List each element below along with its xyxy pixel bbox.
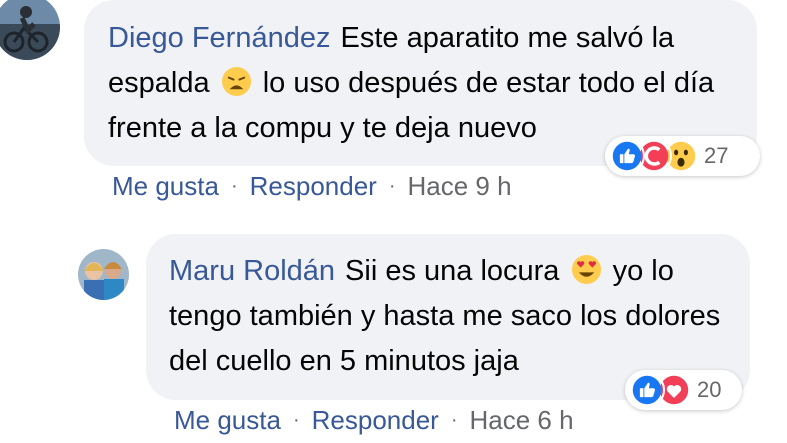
avatar[interactable] bbox=[78, 249, 129, 300]
comment-body: Diego Fernández Este aparatito me salvó l… bbox=[108, 16, 748, 151]
like-button[interactable]: Me gusta bbox=[112, 171, 219, 202]
reply-button[interactable]: Responder bbox=[312, 405, 439, 436]
comment-author[interactable]: Diego Fernández bbox=[108, 22, 330, 54]
separator: · bbox=[292, 409, 300, 431]
like-reaction-icon bbox=[609, 138, 645, 174]
reaction-count: 27 bbox=[704, 143, 729, 168]
reply-button[interactable]: Responder bbox=[250, 171, 377, 202]
comment-text: Sii es una locura bbox=[345, 255, 560, 287]
reactions-summary[interactable]: 20 bbox=[625, 370, 742, 410]
reactions-summary[interactable]: 27 bbox=[605, 136, 760, 176]
avatar[interactable] bbox=[0, 0, 60, 60]
comment-actions: Me gusta · Responder · Hace 6 h bbox=[174, 405, 574, 436]
separator: · bbox=[388, 175, 396, 197]
comment-actions: Me gusta · Responder · Hace 9 h bbox=[112, 171, 512, 202]
weary-face-emoji-icon bbox=[221, 66, 252, 97]
like-reaction-icon bbox=[629, 372, 665, 408]
reaction-count: 20 bbox=[697, 377, 722, 402]
comment-author[interactable]: Maru Roldán bbox=[169, 255, 335, 287]
separator: · bbox=[230, 175, 238, 197]
heart-eyes-emoji-icon bbox=[571, 254, 602, 285]
comment-body: Maru Roldán Sii es una locura yo lo tengo… bbox=[169, 249, 749, 384]
comment-timestamp[interactable]: Hace 9 h bbox=[408, 171, 512, 202]
comment-timestamp[interactable]: Hace 6 h bbox=[470, 405, 574, 436]
separator: · bbox=[450, 409, 458, 431]
like-button[interactable]: Me gusta bbox=[174, 405, 281, 436]
